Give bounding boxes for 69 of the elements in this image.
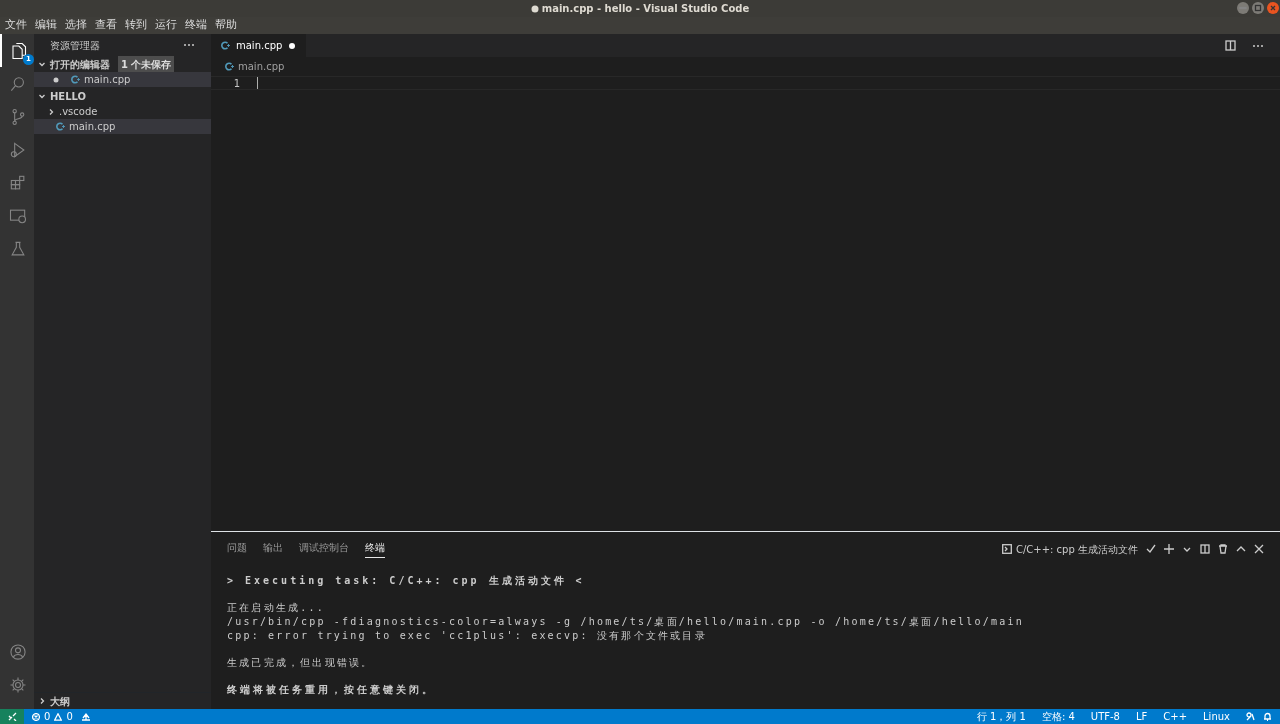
status-item[interactable]: 行 1，列 1: [976, 709, 1026, 724]
sidebar-title: 资源管理器: [50, 38, 100, 53]
text-cursor: [257, 77, 258, 89]
chevron-icon[interactable]: [38, 92, 46, 100]
cpp-file-icon: [71, 75, 80, 84]
warning-icon: [54, 712, 63, 721]
unsaved-dot-icon[interactable]: [288, 41, 297, 50]
close-icon[interactable]: [1254, 544, 1264, 554]
terminal-selector[interactable]: C/C++: cpp 生成活动文件: [1002, 541, 1138, 557]
cpp-file-icon: [221, 41, 230, 50]
menu-item[interactable]: 运行: [155, 17, 177, 34]
panel-tab[interactable]: 调试控制台: [299, 540, 349, 558]
more-actions-icon[interactable]: [183, 43, 195, 47]
terminal-line: 生成已完成，但出现错误。: [227, 656, 374, 670]
maximize-button[interactable]: [1252, 2, 1264, 14]
menu-item[interactable]: 转到: [125, 17, 147, 34]
more-actions-icon[interactable]: [1252, 43, 1264, 48]
menu-item[interactable]: 选择: [65, 17, 87, 34]
terminal-icon: [1002, 544, 1012, 554]
check-icon[interactable]: [1146, 544, 1156, 554]
section-header[interactable]: HELLO: [50, 88, 87, 104]
close-button[interactable]: [1267, 2, 1279, 14]
menu-item[interactable]: 查看: [95, 17, 117, 34]
problems-indicator[interactable]: 0 0: [32, 709, 73, 724]
window-title: main.cpp - hello - Visual Studio Code: [541, 2, 750, 16]
status-item[interactable]: UTF-8: [1090, 709, 1120, 724]
file-name: main.cpp: [69, 120, 116, 134]
status-item[interactable]: C++: [1163, 709, 1188, 724]
minimize-button[interactable]: [1237, 2, 1249, 14]
status-item[interactable]: LF: [1135, 709, 1148, 724]
chevron-icon[interactable]: [38, 697, 46, 705]
chevron-up-icon[interactable]: [1236, 544, 1246, 554]
editor-tab[interactable]: main.cpp: [211, 34, 307, 57]
menu-item[interactable]: 文件: [5, 17, 27, 34]
chevron-icon[interactable]: [47, 107, 55, 116]
section-header[interactable]: 大纲: [50, 693, 70, 709]
menu-item[interactable]: 帮助: [215, 17, 237, 34]
menu-item[interactable]: 终端: [185, 17, 207, 34]
terminal-line: 终端将被任务重用，按任意键关闭。: [227, 683, 435, 697]
panel-tab[interactable]: 终端: [365, 540, 385, 558]
unsaved-count-badge: 1 个未保存: [118, 55, 175, 73]
line-number: 1: [232, 76, 240, 91]
chevron-icon[interactable]: [38, 60, 46, 68]
file-item[interactable]: main.cpp: [34, 119, 211, 134]
split-editor-icon[interactable]: [1225, 40, 1236, 51]
terminal-line: /usr/bin/cpp -fdiagnostics-color=always -g /home/ts/桌面/hello/main.cpp -o /home/ts/桌面/hello/main: [227, 615, 1024, 629]
file-item[interactable]: .vscode: [34, 104, 211, 119]
panel-tab[interactable]: 问题: [227, 540, 247, 558]
terminal-line: > Executing task: C/C++: cpp 生成活动文件 <: [227, 574, 585, 588]
error-icon: [32, 712, 40, 721]
status-item[interactable]: 空格: 4: [1041, 709, 1075, 724]
notifications-icon[interactable]: [1263, 712, 1272, 721]
file-name: .vscode: [59, 105, 98, 119]
split-terminal-icon[interactable]: [1200, 544, 1210, 554]
section-header[interactable]: 打开的编辑器: [50, 56, 110, 72]
menu-item[interactable]: 编辑: [35, 17, 57, 34]
remote-icon[interactable]: [7, 712, 17, 721]
terminal-line: 正在启动生成...: [227, 601, 325, 615]
trash-icon[interactable]: [1218, 544, 1228, 554]
status-item[interactable]: Linux: [1203, 709, 1230, 724]
file-name: main.cpp: [84, 73, 131, 87]
cpp-file-icon: [225, 62, 234, 71]
plus-icon[interactable]: [1164, 544, 1174, 554]
account-icon[interactable]: [8, 641, 28, 662]
file-item[interactable]: main.cpp: [34, 72, 211, 87]
terminal-line: cpp: error trying to exec 'cc1plus': execvp: 没有那个文件或目录: [227, 629, 707, 643]
cpp-file-icon: [56, 122, 65, 131]
panel-tab[interactable]: 输出: [263, 540, 283, 558]
breadcrumb[interactable]: main.cpp: [238, 59, 285, 74]
